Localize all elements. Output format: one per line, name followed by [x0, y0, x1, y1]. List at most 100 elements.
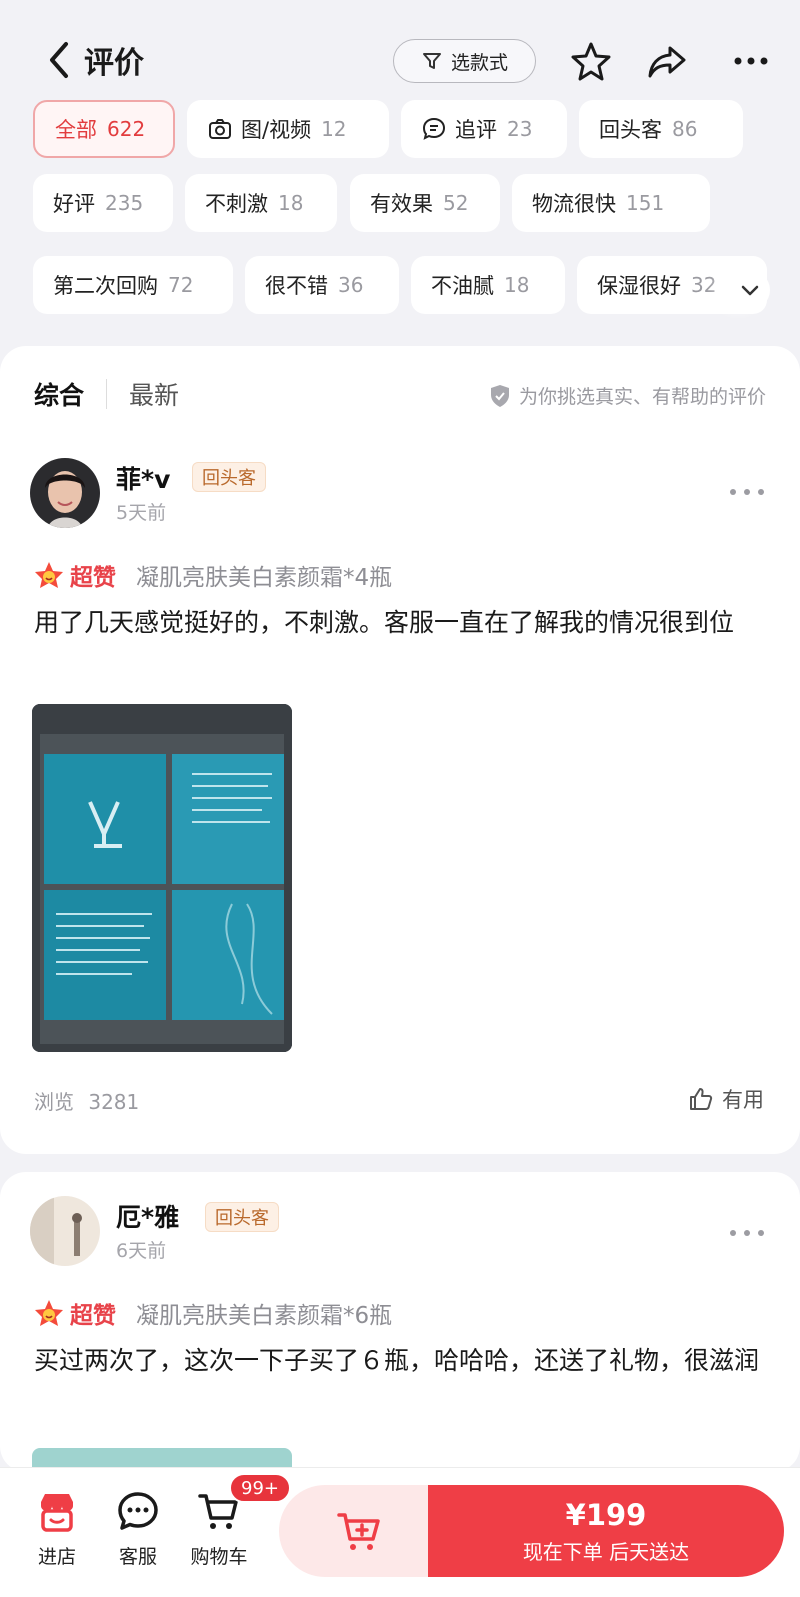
curation-note: 为你挑选真实、有帮助的评价: [489, 382, 766, 409]
tag-count: 86: [672, 117, 698, 141]
useful-label: 有用: [722, 1088, 764, 1112]
returning-customer-badge: 回头客: [192, 462, 266, 492]
tag-count: 18: [504, 273, 530, 297]
tag-label: 全部: [55, 118, 97, 142]
tag-label: 第二次回购: [53, 274, 158, 298]
tag-non-irritating[interactable]: 不刺激 18: [185, 174, 337, 232]
top-bar: 评价 选款式: [0, 0, 800, 100]
tag-count: 235: [105, 191, 144, 215]
chevron-down-icon: [741, 285, 759, 296]
tag-count: 32: [691, 273, 717, 297]
review-photo[interactable]: [32, 704, 292, 1052]
rating-row: 超赞 凝肌亮肤美白素颜霜*6瓶: [34, 1296, 392, 1330]
tag-label: 追评: [455, 118, 497, 142]
star-icon[interactable]: [570, 40, 612, 82]
tag-label: 图/视频: [241, 118, 312, 142]
tag-fast-shipping[interactable]: 物流很快 151: [512, 174, 710, 232]
tag-label: 回头客: [599, 118, 662, 142]
store-button[interactable]: 进店: [22, 1490, 92, 1569]
camera-icon: [209, 119, 231, 139]
tag-not-greasy[interactable]: 不油腻 18: [411, 256, 565, 314]
sort-tabs: 综合 最新: [34, 376, 179, 412]
star-face-icon: [35, 562, 63, 588]
tag-count: 12: [321, 117, 347, 141]
tag-follow-up[interactable]: 追评 23: [401, 100, 567, 158]
tag-returning-customer[interactable]: 回头客 86: [579, 100, 743, 158]
price-label: ¥199: [565, 1497, 647, 1532]
add-to-cart-button[interactable]: [279, 1485, 439, 1577]
review-card: 厄*雅 回头客 6天前 超赞 凝肌亮肤美白素颜霜*6瓶 买过两次了，这次一下子买…: [0, 1172, 800, 1472]
rating-label: 超赞: [70, 565, 116, 591]
curation-note-text: 为你挑选真实、有帮助的评价: [518, 386, 766, 408]
more-icon[interactable]: [730, 1230, 764, 1240]
returning-customer-badge: 回头客: [205, 1202, 279, 1232]
more-options-icon[interactable]: [730, 40, 772, 82]
filter-icon: [422, 53, 441, 69]
tag-label: 保湿很好: [597, 274, 681, 298]
buy-now-button[interactable]: ¥199 现在下单 后天送达: [428, 1485, 784, 1577]
thumbs-up-icon: [690, 1088, 713, 1110]
tag-very-good[interactable]: 很不错 36: [245, 256, 399, 314]
tag-label: 有效果: [370, 192, 433, 216]
avatar[interactable]: [30, 458, 100, 528]
tag-count: 72: [168, 273, 194, 297]
view-label: 浏览: [34, 1090, 74, 1114]
review-text: 用了几天感觉挺好的，不刺激。客服一直在了解我的情况很到位: [34, 608, 735, 637]
avatar[interactable]: [30, 1196, 100, 1266]
store-label: 进店: [37, 1546, 76, 1568]
store-icon: [41, 1494, 73, 1532]
tag-count: 36: [338, 273, 364, 297]
product-box-image: [32, 704, 292, 1052]
bottom-action-bar: 进店 客服 购物车 99+ ¥199 现在下单 后天送达: [0, 1467, 800, 1597]
select-style-button[interactable]: 选款式: [393, 39, 536, 83]
tag-count: 622: [107, 117, 146, 141]
tag-positive[interactable]: 好评 235: [33, 174, 173, 232]
sort-tab-comprehensive[interactable]: 综合: [34, 376, 84, 412]
buy-now-label: 现在下单 后天送达: [522, 1539, 690, 1564]
sort-divider: [106, 379, 108, 409]
reviewer-name: 菲*v: [116, 465, 171, 494]
avatar-image: [30, 458, 100, 528]
customer-service-button[interactable]: 客服: [103, 1490, 173, 1569]
review-card: 综合 最新 为你挑选真实、有帮助的评价 菲*v 回头客 5天前 超赞 凝肌亮肤美…: [0, 346, 800, 1154]
tag-label: 不油腻: [431, 274, 494, 298]
tag-count: 23: [507, 117, 533, 141]
sort-tab-latest[interactable]: 最新: [129, 376, 179, 412]
review-text: 买过两次了，这次一下子买了６瓶，哈哈哈，还送了礼物，很滋润: [34, 1346, 760, 1375]
view-count: 浏览 3281: [34, 1086, 139, 1115]
rating-row: 超赞 凝肌亮肤美白素颜霜*4瓶: [34, 558, 392, 592]
tag-label: 好评: [53, 192, 95, 216]
avatar-image: [30, 1196, 100, 1266]
cart-label: 购物车: [190, 1546, 248, 1568]
reviewer-name: 厄*雅: [116, 1203, 180, 1232]
useful-button[interactable]: 有用: [688, 1084, 764, 1114]
share-icon[interactable]: [646, 40, 688, 82]
tag-repurchase[interactable]: 第二次回购 72: [33, 256, 233, 314]
chat-icon: [118, 1492, 158, 1530]
more-icon[interactable]: [730, 489, 764, 499]
expand-tags-button[interactable]: [730, 270, 770, 310]
tag-count: 18: [278, 191, 304, 215]
cart-count-badge: 99+: [229, 1473, 291, 1503]
comment-icon: [422, 117, 446, 140]
review-time: 6天前: [116, 1240, 167, 1262]
tag-count: 151: [626, 191, 665, 215]
customer-service-label: 客服: [118, 1546, 157, 1568]
review-time: 5天前: [116, 502, 167, 524]
tag-label: 不刺激: [205, 192, 268, 216]
tag-photo-video[interactable]: 图/视频 12: [187, 100, 389, 158]
sku-label: 凝肌亮肤美白素颜霜*4瓶: [136, 565, 393, 591]
tag-count: 52: [443, 191, 469, 215]
shield-icon: [490, 384, 509, 407]
add-to-cart-icon: [337, 1513, 380, 1550]
tag-label: 物流很快: [532, 192, 616, 216]
rating-label: 超赞: [70, 1303, 116, 1329]
tag-all[interactable]: 全部 622: [33, 100, 175, 158]
tag-label: 很不错: [265, 274, 328, 298]
star-face-icon: [35, 1300, 63, 1326]
sku-label: 凝肌亮肤美白素颜霜*6瓶: [136, 1303, 393, 1329]
view-number: 3281: [88, 1090, 140, 1114]
select-style-label: 选款式: [450, 51, 508, 74]
tag-effective[interactable]: 有效果 52: [350, 174, 500, 232]
back-arrow-icon[interactable]: [44, 40, 74, 80]
